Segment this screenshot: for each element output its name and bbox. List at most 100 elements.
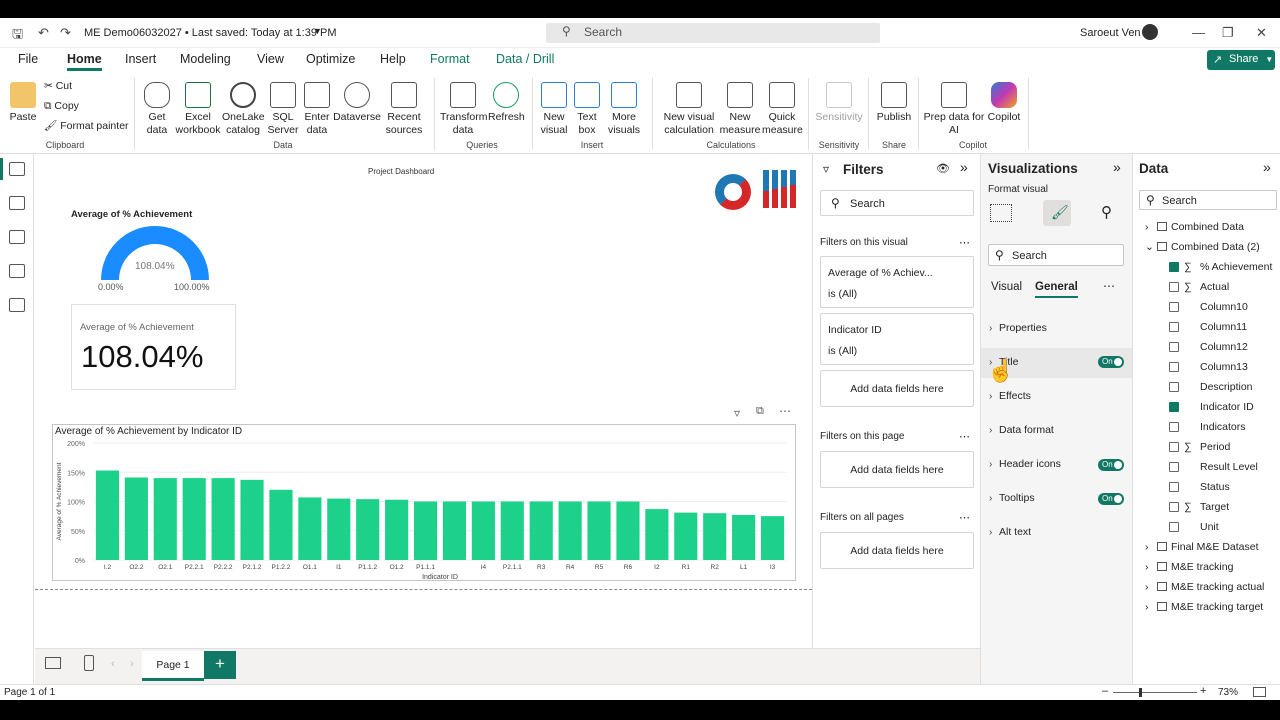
analytics-icon[interactable]: ⚲ (1101, 203, 1112, 221)
excel-workbook-button[interactable]: Excel workbook (175, 82, 221, 137)
chevron-right-icon[interactable]: › (1145, 597, 1149, 617)
field-checkbox[interactable] (1169, 342, 1179, 352)
minimize-icon[interactable]: — (1192, 25, 1205, 40)
onelake-catalog-button[interactable]: OneLake catalog (222, 82, 265, 137)
field-checkbox[interactable] (1169, 502, 1179, 512)
global-search-input[interactable]: ⚲ Search (546, 23, 880, 43)
collapse-pane-icon[interactable]: » (1113, 159, 1121, 175)
field-item[interactable]: Column12 (1133, 337, 1280, 357)
publish-button[interactable]: Publish (874, 82, 914, 124)
filter-icon[interactable]: ▿ (734, 406, 740, 420)
chevron-right-icon[interactable]: › (1145, 217, 1149, 237)
cut-button[interactable]: ✂ Cut (44, 80, 72, 93)
add-data-fields-all[interactable]: Add data fields here (820, 532, 974, 569)
table-item[interactable]: › Final M&E Dataset (1133, 537, 1280, 557)
section-properties[interactable]: › Properties (989, 322, 1047, 334)
field-checkbox[interactable] (1169, 382, 1179, 392)
document-title[interactable]: ME Demo06032027 • Last saved: Today at 1… (84, 27, 337, 39)
field-item[interactable]: Description (1133, 377, 1280, 397)
chevron-right-icon[interactable]: › (1145, 577, 1149, 597)
user-name[interactable]: Saroeut Ven (1080, 27, 1141, 39)
eye-icon[interactable]: 👁 (936, 162, 950, 175)
section-tooltips[interactable]: › Tooltips (989, 492, 1035, 504)
field-checkbox[interactable] (1169, 262, 1179, 272)
table-item[interactable]: › M&E tracking (1133, 557, 1280, 577)
restore-icon[interactable]: ❐ (1222, 25, 1234, 41)
get-data-button[interactable]: Get data (140, 82, 174, 137)
table-combined-data[interactable]: › Combined Data (1133, 217, 1280, 237)
tab-optimize[interactable]: Optimize (306, 52, 355, 66)
field-checkbox[interactable] (1169, 442, 1179, 452)
tooltips-toggle[interactable]: On (1098, 493, 1124, 505)
field-item[interactable]: Status (1133, 477, 1280, 497)
format-search-input[interactable]: ⚲ Search (988, 244, 1124, 266)
add-data-fields-page[interactable]: Add data fields here (820, 451, 974, 488)
more-options-icon[interactable]: ⋯ (779, 404, 791, 418)
new-measure-button[interactable]: New measure (719, 82, 761, 137)
new-visual-calculation-button[interactable]: New visual calculation (658, 82, 720, 137)
data-search-input[interactable]: ⚲ Search (1139, 190, 1277, 210)
more-options-icon[interactable]: ⋯ (1103, 279, 1115, 293)
table-view-icon[interactable] (9, 196, 25, 210)
collapse-pane-icon[interactable]: » (1263, 159, 1271, 175)
zoom-slider-thumb[interactable] (1139, 688, 1142, 697)
gauge-chart[interactable] (95, 220, 215, 284)
build-visual-icon[interactable] (990, 204, 1012, 222)
field-checkbox[interactable] (1169, 402, 1179, 412)
format-painter-button[interactable]: 🖌 Format painter (44, 120, 129, 133)
title-toggle[interactable]: On (1098, 356, 1124, 368)
field-checkbox[interactable] (1169, 462, 1179, 472)
section-data-format[interactable]: › Data format (989, 424, 1054, 436)
field-item[interactable]: ∑ Target (1133, 497, 1280, 517)
filter-card-achievement[interactable]: Average of % Achiev... is (All) (820, 256, 974, 308)
field-item[interactable]: Column10 (1133, 297, 1280, 317)
filter-card-indicator-id[interactable]: Indicator ID is (All) (820, 313, 974, 365)
add-data-fields-visual[interactable]: Add data fields here (820, 370, 974, 407)
tab-insert[interactable]: Insert (125, 52, 156, 66)
transform-data-button[interactable]: Transform data (440, 82, 487, 137)
thumbnail-visual[interactable] (708, 156, 808, 216)
focus-mode-icon[interactable]: ⧉ (756, 405, 764, 418)
field-item[interactable]: Unit (1133, 517, 1280, 537)
format-visual-tab[interactable]: 🖌 (1043, 200, 1071, 226)
chevron-right-icon[interactable]: › (1145, 557, 1149, 577)
field-checkbox[interactable] (1169, 522, 1179, 532)
tab-help[interactable]: Help (380, 52, 406, 66)
redo-icon[interactable]: ↷ (60, 25, 71, 41)
quick-measure-button[interactable]: Quick measure (762, 82, 803, 137)
dax-query-view-icon[interactable] (9, 264, 25, 278)
zoom-out-icon[interactable]: – (1102, 685, 1108, 697)
field-item[interactable]: ∑ Period (1133, 437, 1280, 457)
copy-button[interactable]: ⧉ Copy (44, 100, 79, 113)
bar-chart-visual[interactable]: Average of % Achievement by Indicator ID… (52, 424, 796, 581)
field-checkbox[interactable] (1169, 482, 1179, 492)
zoom-in-icon[interactable]: + (1200, 685, 1206, 697)
recent-sources-button[interactable]: Recent sources (382, 82, 426, 137)
tab-home[interactable]: Home (67, 52, 102, 71)
tab-format[interactable]: Format (430, 52, 470, 66)
prep-data-ai-button[interactable]: Prep data for AI (922, 82, 986, 137)
collapse-pane-icon[interactable]: » (960, 159, 968, 175)
section-header-icons[interactable]: › Header icons (989, 458, 1061, 470)
fit-to-page-icon[interactable] (1253, 687, 1266, 697)
zoom-slider[interactable] (1113, 692, 1197, 693)
table-item[interactable]: › M&E tracking target (1133, 597, 1280, 617)
filters-search-input[interactable]: ⚲ Search (820, 190, 974, 216)
new-visual-button[interactable]: New visual (538, 82, 570, 137)
mobile-layout-icon[interactable] (84, 655, 94, 671)
section-alt-text[interactable]: › Alt text (989, 526, 1031, 538)
tab-file[interactable]: File (18, 52, 38, 66)
report-view-icon[interactable] (9, 162, 25, 176)
table-item[interactable]: › M&E tracking actual (1133, 577, 1280, 597)
text-box-button[interactable]: Text box (572, 82, 602, 137)
field-item[interactable]: Column13 (1133, 357, 1280, 377)
refresh-button[interactable]: Refresh (488, 82, 525, 124)
field-item[interactable]: ∑ Actual (1133, 277, 1280, 297)
more-options-icon[interactable]: ⋯ (959, 430, 970, 443)
table-combined-data-2[interactable]: ⌄ Combined Data (2) (1133, 237, 1280, 257)
tmdl-view-icon[interactable] (9, 298, 25, 312)
sensitivity-button[interactable]: Sensitivity (814, 82, 864, 124)
tab-modeling[interactable]: Modeling (180, 52, 231, 66)
header-icons-toggle[interactable]: On (1098, 459, 1124, 471)
field-item[interactable]: Column11 (1133, 317, 1280, 337)
